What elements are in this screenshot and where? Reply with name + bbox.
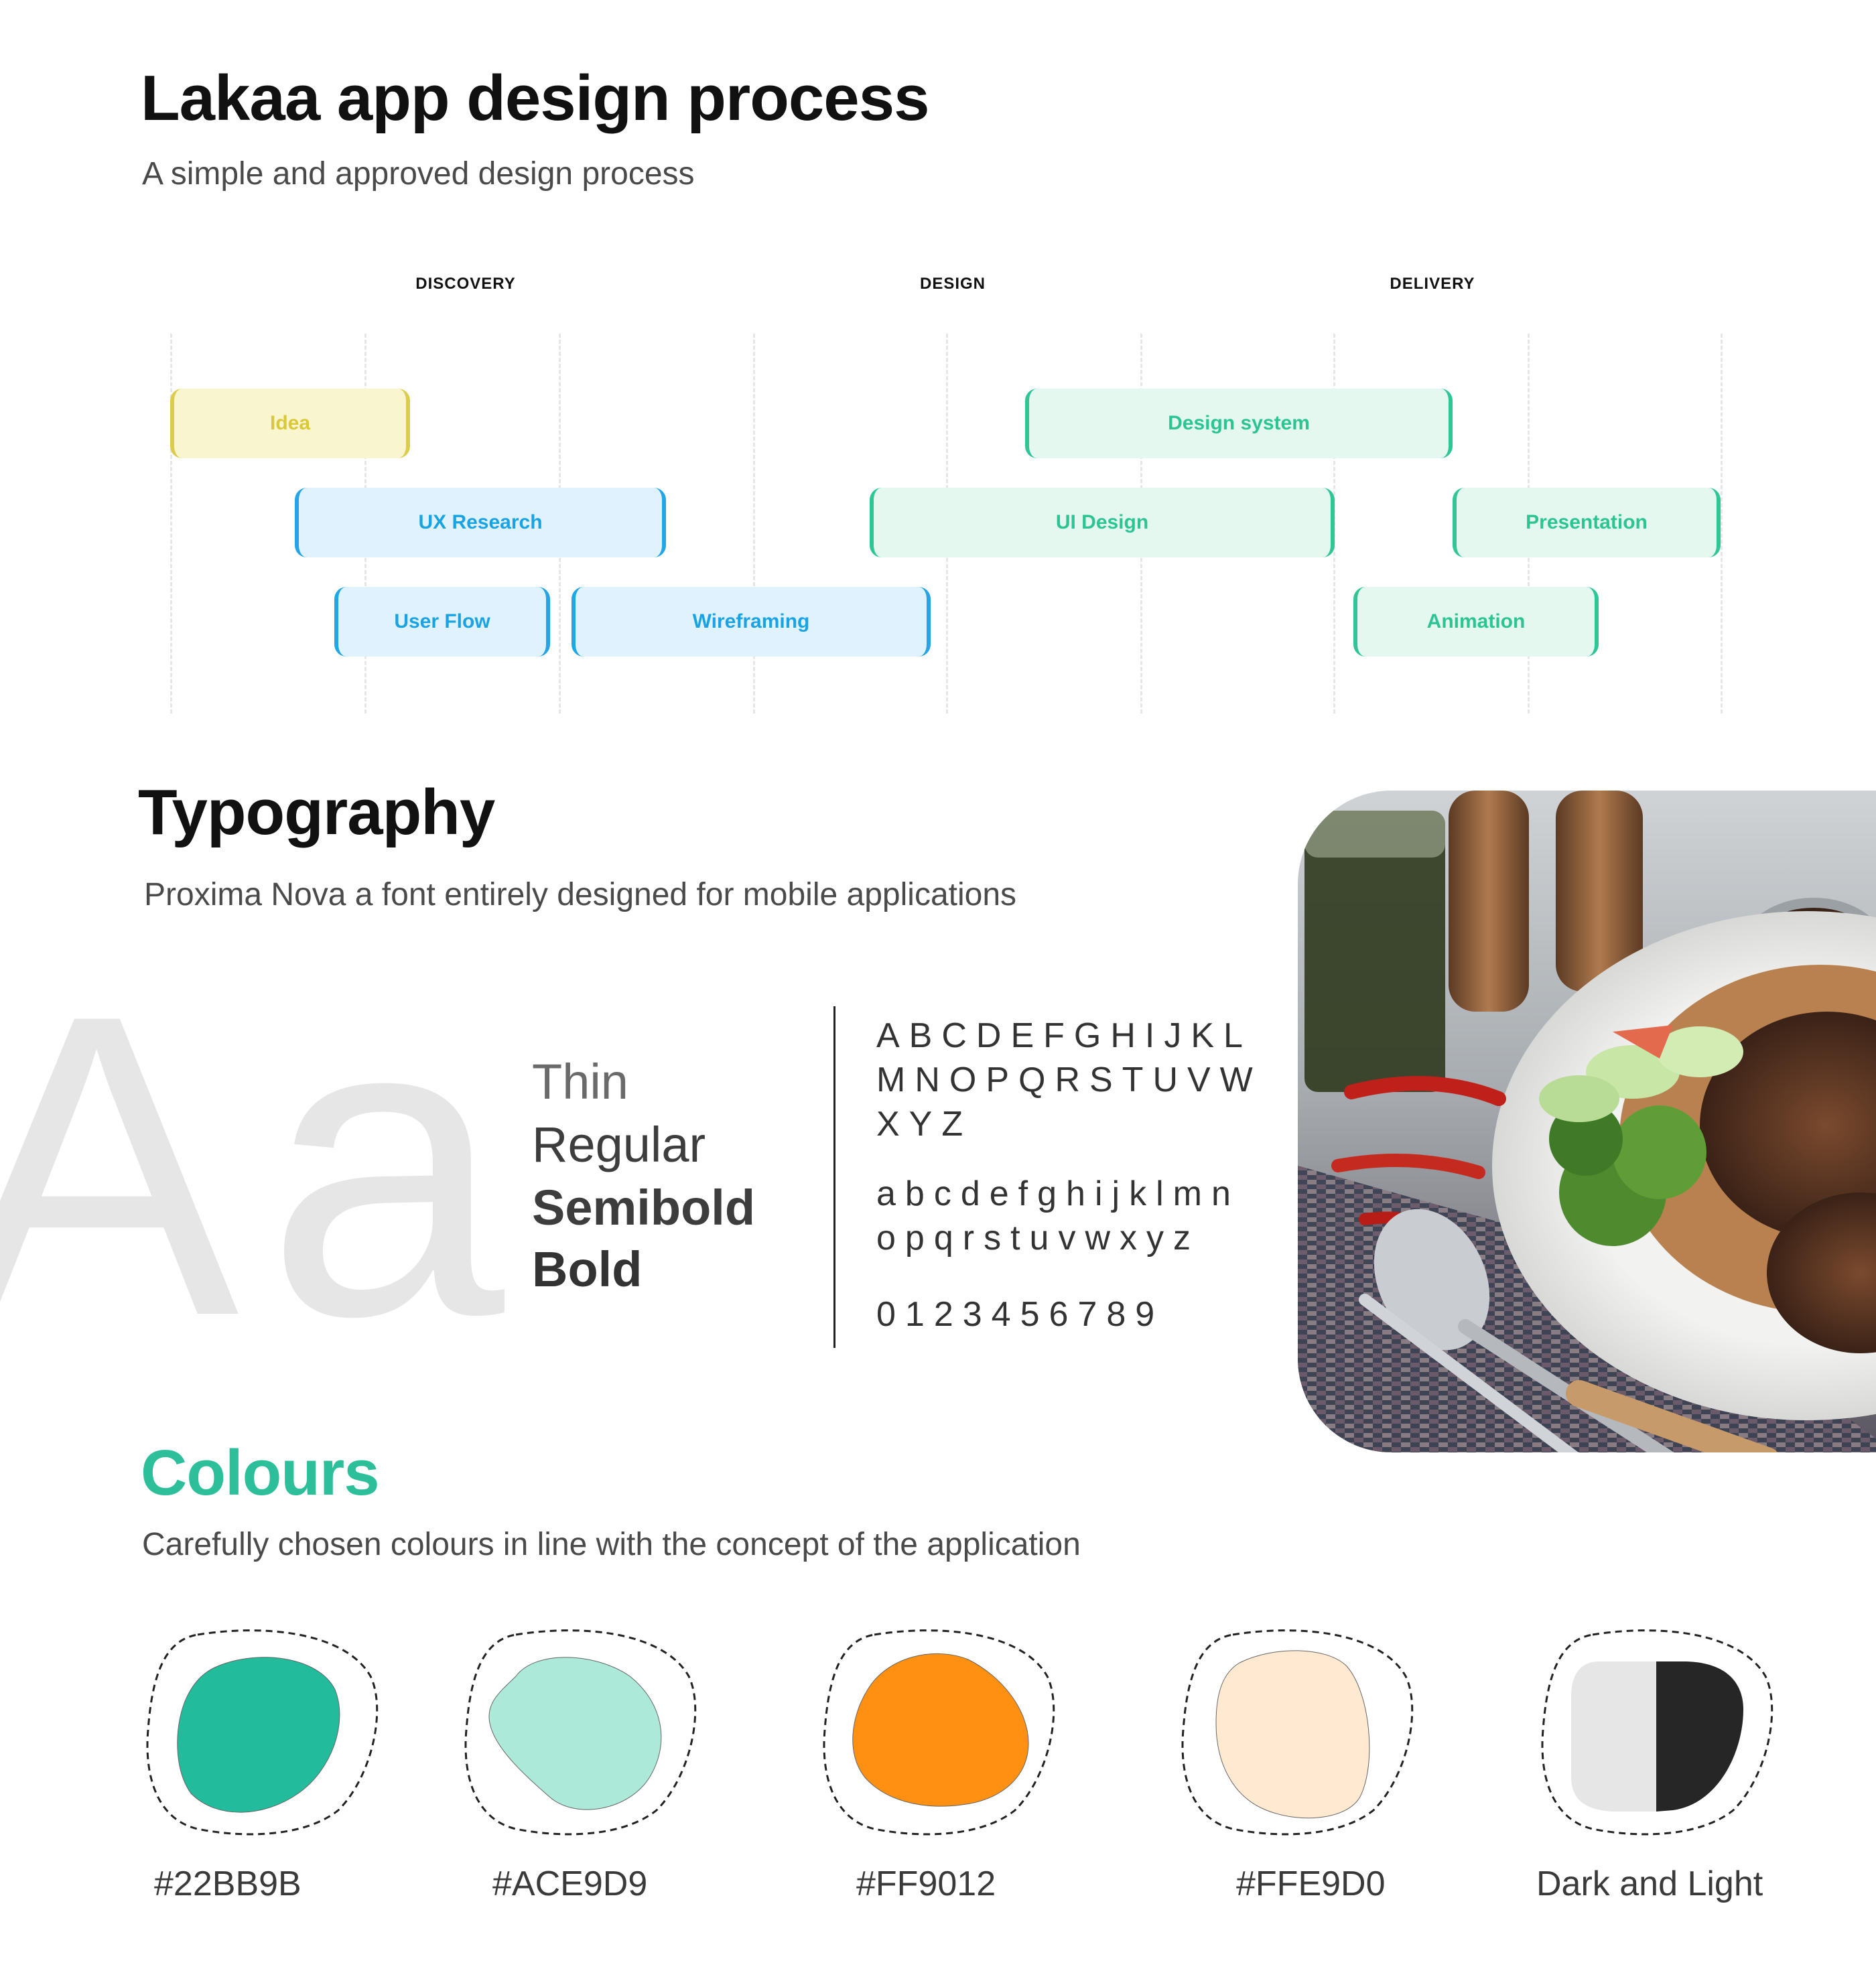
swatch-label-green: #22BB9B: [154, 1864, 302, 1903]
uppercase-line-3: XYZ: [876, 1105, 973, 1144]
swatch-label-mint: #ACE9D9: [492, 1864, 648, 1903]
phase-discovery: DISCOVERY: [415, 275, 516, 293]
swatch-label-orange: #FF9012: [856, 1864, 996, 1903]
lowercase-line-1: abcdefghijklmn: [876, 1174, 1240, 1213]
swatch-mint: [464, 1629, 697, 1836]
gridline: [170, 334, 172, 713]
food-photo: [1298, 791, 1876, 1452]
task-design-system: Design system: [1025, 389, 1453, 458]
typography-divider: [833, 1006, 835, 1348]
phase-delivery: DELIVERY: [1390, 275, 1475, 293]
typography-title: Typography: [138, 776, 495, 848]
digits-line: 0123456789: [876, 1295, 1164, 1334]
swatch-blob: [177, 1657, 340, 1813]
swatch-blob: [852, 1653, 1029, 1807]
task-ux-research: UX Research: [295, 488, 666, 557]
swatch-label-dark-light: Dark and Light: [1536, 1864, 1763, 1903]
process-subtitle: A simple and approved design process: [142, 156, 695, 192]
lowercase-line-2: opqrstuvwxyz: [876, 1219, 1200, 1257]
swatch-label-cream: #FFE9D0: [1236, 1864, 1386, 1903]
uppercase-line-1: ABCDEFGHIJKL: [876, 1016, 1252, 1055]
task-ui-design: UI Design: [870, 488, 1335, 557]
colours-subtitle: Carefully chosen colours in line with th…: [142, 1527, 1081, 1562]
phase-design: DESIGN: [919, 275, 986, 293]
gridline: [1721, 334, 1723, 713]
task-presentation: Presentation: [1453, 488, 1721, 557]
process-title: Lakaa app design process: [141, 62, 929, 134]
swatch-cream: [1181, 1629, 1414, 1836]
swatch-dark-half: [1656, 1661, 1743, 1812]
swatch-orange: [823, 1629, 1055, 1836]
font-sample-aa: Aa: [0, 926, 531, 1405]
task-user-flow: User Flow: [334, 587, 550, 657]
weight-bold: Bold: [532, 1241, 643, 1297]
task-wireframing: Wireframing: [572, 587, 931, 657]
uppercase-line-2: MNOPQRSTUVW: [876, 1061, 1262, 1099]
swatch-blob: [488, 1657, 662, 1810]
weight-regular: Regular: [532, 1117, 706, 1172]
colours-title: Colours: [141, 1437, 380, 1509]
swatch-blob: [1215, 1650, 1370, 1819]
weight-semibold: Semibold: [532, 1180, 756, 1235]
typography-subtitle: Proxima Nova a font entirely designed fo…: [144, 877, 1017, 912]
swatch-dark-light: [1541, 1629, 1773, 1836]
weight-thin: Thin: [532, 1054, 628, 1109]
swatch-green: [146, 1629, 379, 1836]
task-animation: Animation: [1353, 587, 1599, 657]
swatch-light-half: [1571, 1661, 1656, 1812]
task-idea: Idea: [170, 389, 410, 458]
